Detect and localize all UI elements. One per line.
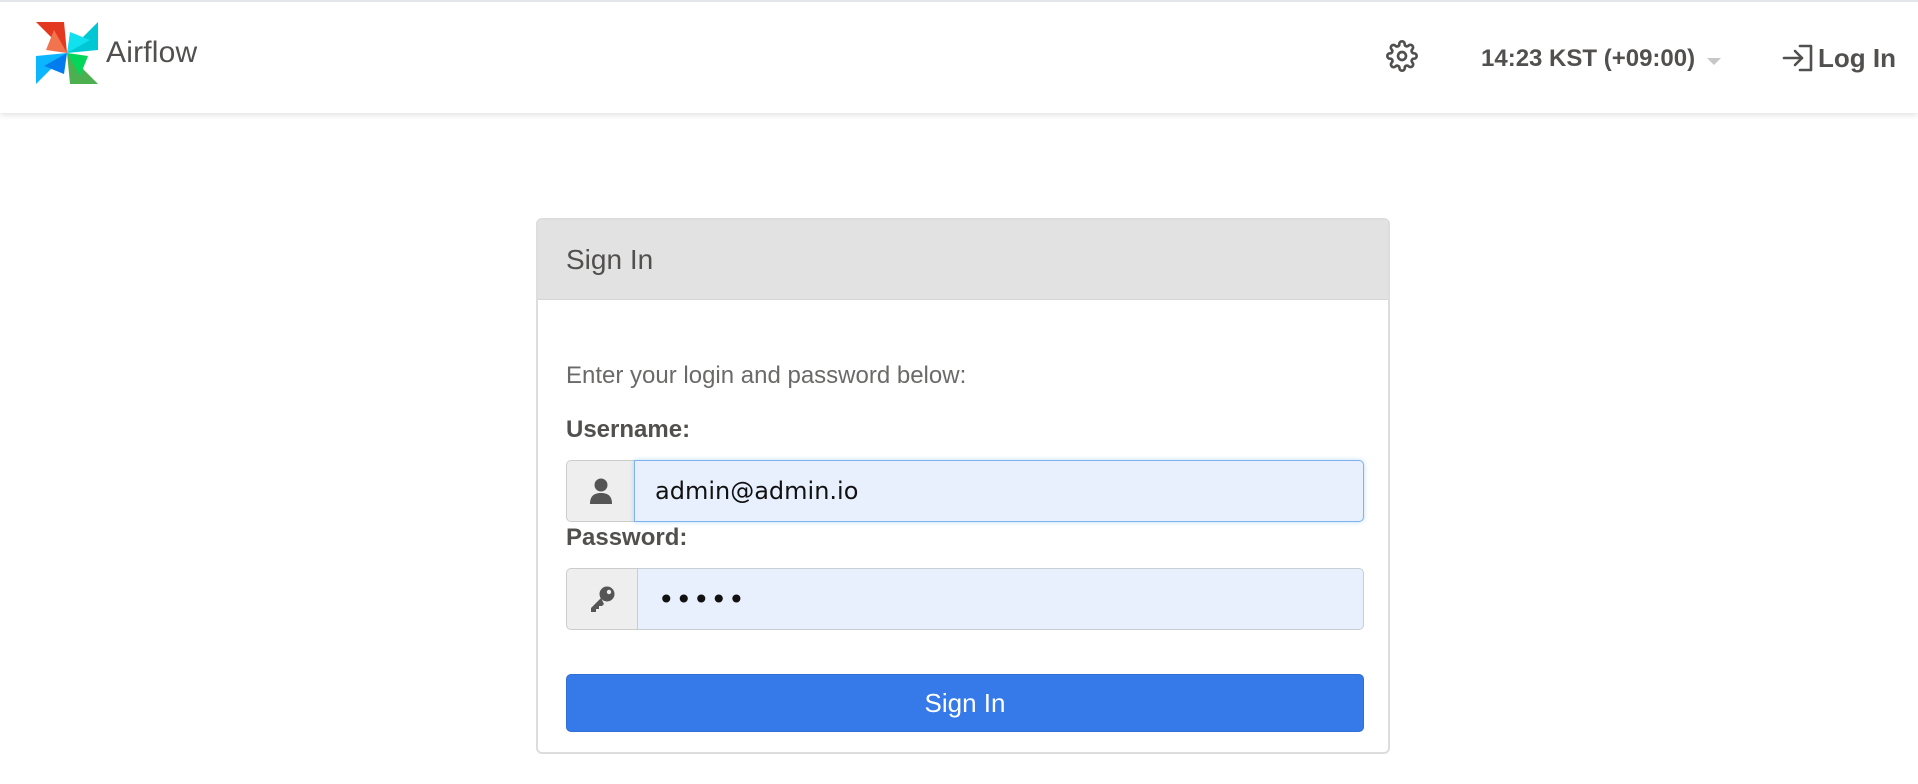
username-input-group <box>566 460 1364 522</box>
username-label: Username: <box>566 416 691 443</box>
gear-icon <box>1386 40 1418 72</box>
settings-button[interactable] <box>1384 38 1420 74</box>
key-icon <box>591 586 615 612</box>
password-input[interactable] <box>637 568 1364 630</box>
login-instructions: Enter your login and password below: <box>566 362 967 389</box>
timezone-dropdown[interactable]: 14:23 KST (+09:00) <box>1481 42 1722 76</box>
login-link[interactable]: Log In <box>1780 40 1896 76</box>
username-input[interactable] <box>634 460 1364 522</box>
clock-text: 14:23 KST (+09:00) <box>1481 45 1696 72</box>
airflow-logo-icon <box>36 22 98 84</box>
sign-in-icon <box>1782 44 1813 72</box>
brand-link[interactable]: Airflow <box>34 20 197 86</box>
password-label: Password: <box>566 524 688 551</box>
password-addon <box>566 568 637 630</box>
chevron-down-icon <box>1707 57 1722 65</box>
user-icon <box>589 478 612 504</box>
login-link-label: Log In <box>1818 42 1896 73</box>
panel-title: Sign In <box>538 220 1388 300</box>
sign-in-panel: Sign In Enter your login and password be… <box>536 218 1390 754</box>
brand-name: Airflow <box>106 36 198 69</box>
username-addon <box>566 460 634 522</box>
password-input-group <box>566 568 1364 630</box>
top-navbar: Airflow 14:23 KST (+09:00) Log In <box>0 0 1918 113</box>
sign-in-button[interactable]: Sign In <box>566 674 1364 732</box>
